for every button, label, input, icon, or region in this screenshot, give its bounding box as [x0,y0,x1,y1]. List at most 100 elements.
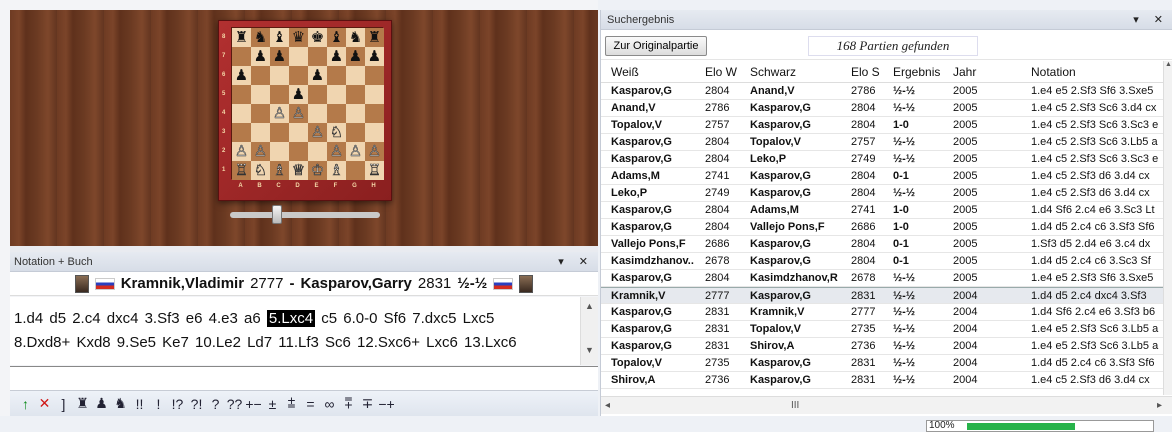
board-square-e2[interactable] [308,142,327,161]
board-square-g3[interactable] [346,123,365,142]
board-square-c5[interactable] [270,85,289,104]
column-header[interactable]: Weiß [611,65,639,79]
black-piece[interactable]: ♛ [292,30,305,45]
board-square-b1[interactable]: ♘ [251,161,270,180]
board-square-c6[interactable] [270,66,289,85]
column-header[interactable]: Schwarz [750,65,796,79]
column-header[interactable]: Elo W [705,65,737,79]
board-square-c4[interactable]: ♙ [270,104,289,123]
white-piece[interactable]: ♖ [368,162,382,178]
board-square-g6[interactable] [346,66,365,85]
white-piece[interactable]: ♗ [330,162,344,178]
black-piece[interactable]: ♟ [292,87,305,102]
white-piece[interactable]: ♔ [311,162,325,178]
board-square-f1[interactable]: ♗ [327,161,346,180]
black-piece[interactable]: ♝ [273,30,286,45]
board-square-d2[interactable] [289,142,308,161]
table-row[interactable]: Vallejo Pons,F 2686 Kasparov,G 2804 0-1 2005 1… [601,236,1163,253]
results-horizontal-scrollbar[interactable]: ◂ III ▸ [601,396,1172,414]
board-square-b2[interactable]: ♙ [251,142,270,161]
board-square-g7[interactable]: ♟ [346,47,365,66]
white-piece[interactable]: ♙ [349,143,363,159]
slider-knob[interactable] [272,205,282,224]
board-square-c7[interactable]: ♟ [270,47,289,66]
toolbar-annotation-button[interactable]: +− [244,396,263,412]
board-square-c2[interactable] [270,142,289,161]
board-square-a8[interactable]: ♜ [232,28,251,47]
board-square-g1[interactable] [346,161,365,180]
black-piece[interactable]: ♚ [311,30,324,45]
board-square-g8[interactable]: ♞ [346,28,365,47]
white-piece[interactable]: ♙ [311,124,325,140]
toolbar-annotation-button[interactable]: ↑ [16,396,35,412]
board-square-f8[interactable]: ♝ [327,28,346,47]
scroll-thumb-grip[interactable]: III [791,400,799,411]
white-piece[interactable]: ♖ [235,162,249,178]
black-piece[interactable]: ♝ [330,30,343,45]
table-row[interactable]: Kasparov,G 2831 Topalov,V 2735 ½-½ 2004 1.e4 e… [601,321,1163,338]
board-square-b4[interactable] [251,104,270,123]
toolbar-annotation-button[interactable]: ✕ [35,395,54,412]
white-piece[interactable]: ♙ [292,105,306,121]
board-square-d5[interactable]: ♟ [289,85,308,104]
column-header[interactable]: Notation [1031,65,1076,79]
toolbar-annotation-button[interactable]: ∓ [358,395,377,412]
toolbar-annotation-button[interactable]: !? [168,396,187,412]
board-square-b5[interactable] [251,85,270,104]
table-row[interactable]: Kasparov,G 2831 Shirov,A 2736 ½-½ 2004 1.e4 e5… [601,338,1163,355]
black-piece[interactable]: ♟ [254,49,267,64]
board-square-d8[interactable]: ♛ [289,28,308,47]
black-piece[interactable]: ♜ [368,30,381,45]
toolbar-annotation-button[interactable]: ⩲ [282,395,301,412]
toolbar-annotation-button[interactable]: ?! [187,396,206,412]
move-list-scrollbar[interactable]: ▲ ▼ [580,297,598,365]
board-square-e5[interactable] [308,85,327,104]
move-list[interactable]: 1.d4 d5 2.c4 dxc4 3.Sf3 e6 4.e3 a6 5.Lxc… [10,297,580,365]
toolbar-annotation-button[interactable]: ⩱ [339,395,358,412]
white-piece[interactable]: ♙ [273,105,287,121]
results-pane-controls[interactable]: ▾ ✕ [1133,13,1169,26]
board-square-a2[interactable]: ♙ [232,142,251,161]
white-piece[interactable]: ♙ [330,143,344,159]
board-square-h5[interactable] [365,85,384,104]
white-piece[interactable]: ♘ [330,124,344,140]
board-square-f3[interactable]: ♘ [327,123,346,142]
replay-slider[interactable] [230,205,380,224]
toolbar-annotation-button[interactable]: ! [149,396,168,412]
board-square-f5[interactable] [327,85,346,104]
white-piece[interactable]: ♘ [254,162,268,178]
board-square-b8[interactable]: ♞ [251,28,270,47]
column-header[interactable]: Elo S [851,65,880,79]
white-piece[interactable]: ♙ [254,143,268,159]
board-square-d1[interactable]: ♕ [289,161,308,180]
original-game-button[interactable]: Zur Originalpartie [605,36,707,56]
board-square-h2[interactable]: ♙ [365,142,384,161]
table-row[interactable]: Kasparov,G 2804 Vallejo Pons,F 2686 1-0 2005 1… [601,219,1163,236]
board-square-g4[interactable] [346,104,365,123]
board-square-h4[interactable] [365,104,384,123]
board-square-a6[interactable]: ♟ [232,66,251,85]
white-piece[interactable]: ♕ [292,162,306,178]
board-square-f6[interactable] [327,66,346,85]
table-row[interactable]: Kasparov,G 2804 Topalov,V 2757 ½-½ 2005 1.e4 c… [601,134,1163,151]
board-square-b3[interactable] [251,123,270,142]
results-vertical-scrollbar[interactable]: ▲ [1163,61,1172,395]
scroll-left-icon[interactable]: ◂ [605,400,610,411]
board-square-b7[interactable]: ♟ [251,47,270,66]
table-row[interactable]: Kasparov,G 2804 Leko,P 2749 ½-½ 2005 1.e4 c5 2… [601,151,1163,168]
toolbar-annotation-button[interactable]: −+ [377,396,396,412]
board-square-e4[interactable] [308,104,327,123]
board-square-f4[interactable] [327,104,346,123]
board-square-c3[interactable] [270,123,289,142]
table-row[interactable]: Topalov,V 2735 Kasparov,G 2831 ½-½ 2004 1.d4 d… [601,355,1163,372]
board-square-f7[interactable]: ♟ [327,47,346,66]
board-square-g5[interactable] [346,85,365,104]
black-piece[interactable]: ♜ [235,30,248,45]
black-piece[interactable]: ♟ [368,49,381,64]
board-square-a5[interactable] [232,85,251,104]
black-piece[interactable]: ♟ [311,68,324,83]
board-square-e3[interactable]: ♙ [308,123,327,142]
table-row[interactable]: Kasparov,G 2804 Kasimdzhanov,R 2678 ½-½ 2005 1… [601,270,1163,287]
white-piece[interactable]: ♙ [235,143,249,159]
black-piece[interactable]: ♞ [254,30,267,45]
